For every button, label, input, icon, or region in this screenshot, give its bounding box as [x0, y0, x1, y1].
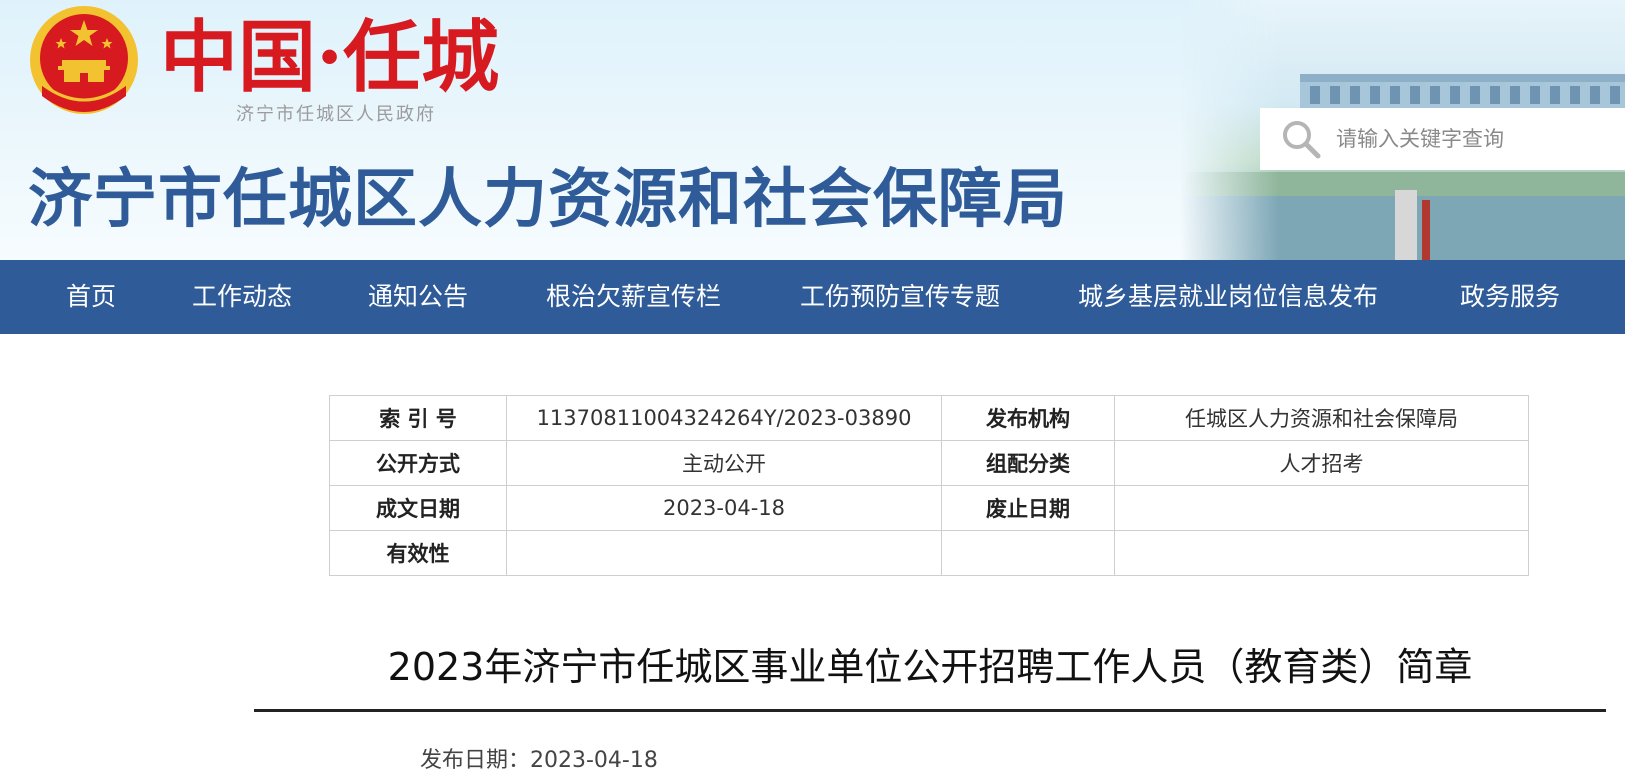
national-emblem-icon [30, 6, 138, 114]
meta-value: 任城区人力资源和社会保障局 [1114, 395, 1529, 441]
svg-text:中国·任城: 中国·任城 [160, 12, 499, 103]
meta-label: 废止日期 [941, 485, 1115, 531]
site-header: 中国·任城 济宁市任城区人民政府 济宁市任城区人力资源和社会保障局 [0, 0, 1625, 260]
search-icon[interactable] [1280, 118, 1322, 160]
meta-label: 发布机构 [941, 395, 1115, 441]
title-divider [254, 709, 1606, 712]
meta-label: 索 引 号 [329, 395, 507, 441]
document-meta-table: 索 引 号 11370811004324264Y/2023-03890 发布机构… [329, 395, 1529, 576]
nav-item-injury-prevention[interactable]: 工伤预防宣传专题 [800, 260, 1000, 334]
nav-item-wage-arrears[interactable]: 根治欠薪宣传栏 [546, 260, 721, 334]
table-row: 公开方式 主动公开 组配分类 人才招考 [329, 440, 1529, 486]
article-title: 2023年济宁市任城区事业单位公开招聘工作人员（教育类）简章 [387, 645, 1473, 689]
meta-label: 有效性 [329, 530, 507, 576]
search-box[interactable] [1260, 108, 1625, 170]
nav-item-gov-services[interactable]: 政务服务 [1460, 260, 1560, 334]
main-nav: 首页 工作动态 通知公告 根治欠薪宣传栏 工伤预防宣传专题 城乡基层就业岗位信息… [0, 260, 1625, 334]
meta-value: 2023-04-18 [506, 485, 942, 531]
brand-logo: 中国·任城 [160, 12, 499, 103]
nav-item-grassroots-jobs[interactable]: 城乡基层就业岗位信息发布 [1078, 260, 1378, 334]
meta-label [941, 530, 1115, 576]
publish-date: 发布日期：2023-04-18 [420, 748, 658, 773]
search-input[interactable] [1334, 118, 1618, 160]
table-row: 索 引 号 11370811004324264Y/2023-03890 发布机构… [329, 395, 1529, 441]
meta-value: 主动公开 [506, 440, 942, 486]
table-row: 有效性 [329, 530, 1529, 576]
nav-item-work-news[interactable]: 工作动态 [192, 260, 292, 334]
site-title: 济宁市任城区人力资源和社会保障局 [28, 163, 1068, 237]
table-row: 成文日期 2023-04-18 废止日期 [329, 485, 1529, 531]
meta-value: 人才招考 [1114, 440, 1529, 486]
meta-value [1114, 485, 1529, 531]
nav-item-notices[interactable]: 通知公告 [368, 260, 468, 334]
meta-value: 11370811004324264Y/2023-03890 [506, 395, 942, 441]
meta-value [1114, 530, 1529, 576]
meta-value [506, 530, 942, 576]
nav-item-home[interactable]: 首页 [66, 260, 116, 334]
meta-label: 成文日期 [329, 485, 507, 531]
meta-label: 组配分类 [941, 440, 1115, 486]
meta-label: 公开方式 [329, 440, 507, 486]
brand-subtitle: 济宁市任城区人民政府 [236, 104, 436, 125]
